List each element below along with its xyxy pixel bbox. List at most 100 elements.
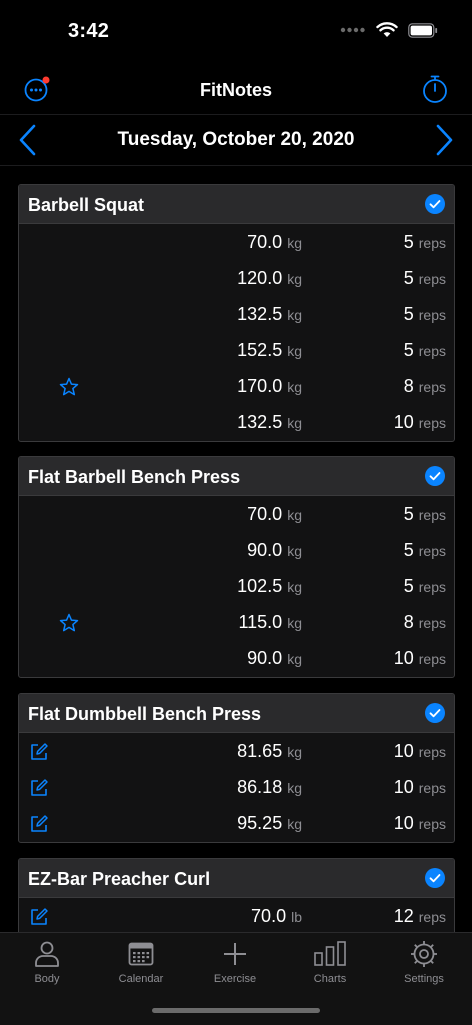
set-list: 70.0 kg 5 reps 90.0 kg 5 reps 102.5 kg 5 reps … bbox=[19, 497, 454, 677]
current-date[interactable]: Tuesday, October 20, 2020 bbox=[0, 129, 472, 151]
set-reps: 10 reps bbox=[394, 813, 446, 834]
weight-value: 70.0 bbox=[247, 232, 283, 252]
set-reps: 12 reps bbox=[394, 906, 446, 927]
exercise-name: Flat Dumbbell Bench Press bbox=[28, 704, 262, 724]
exercise-header[interactable]: Flat Dumbbell Bench Press bbox=[19, 694, 454, 733]
tab-body[interactable]: Body bbox=[7, 939, 87, 985]
set-reps: 5 reps bbox=[404, 576, 446, 597]
person-icon bbox=[35, 941, 59, 967]
set-reps: 5 reps bbox=[404, 540, 446, 561]
set-reps: 5 reps bbox=[404, 304, 446, 325]
set-reps: 8 reps bbox=[404, 612, 446, 633]
stopwatch-icon[interactable] bbox=[421, 74, 449, 104]
set-weight: 90.0 kg bbox=[247, 540, 302, 561]
reps-unit: reps bbox=[418, 780, 446, 796]
weight-unit: kg bbox=[287, 307, 302, 323]
weight-unit: kg bbox=[287, 816, 302, 832]
reps-value: 5 bbox=[403, 504, 414, 524]
weight-unit: kg bbox=[287, 543, 302, 559]
set-row[interactable]: 90.0 kg 10 reps bbox=[19, 641, 454, 677]
set-weight: 70.0 lb bbox=[251, 906, 302, 927]
reps-unit: reps bbox=[418, 909, 446, 925]
set-row[interactable]: 90.0 kg 5 reps bbox=[19, 533, 454, 569]
set-weight: 170.0 kg bbox=[237, 376, 302, 397]
note-icon[interactable] bbox=[29, 907, 49, 927]
set-weight: 81.65 kg bbox=[237, 741, 302, 762]
exercise-header[interactable]: Barbell Squat bbox=[19, 185, 454, 224]
set-row[interactable]: 95.25 kg 10 reps bbox=[19, 806, 454, 842]
reps-value: 5 bbox=[403, 268, 414, 288]
set-reps: 5 reps bbox=[404, 232, 446, 253]
tab-charts[interactable]: Charts bbox=[290, 939, 370, 985]
set-row[interactable]: 70.0 lb 12 reps bbox=[19, 899, 454, 932]
weight-value: 120.0 bbox=[237, 268, 283, 288]
exercise-card-ez-bar-preacher-curl[interactable]: EZ-Bar Preacher Curl 70.0 lb 12 reps bbox=[18, 858, 455, 932]
reps-unit: reps bbox=[418, 379, 446, 395]
exercise-header[interactable]: Flat Barbell Bench Press bbox=[19, 457, 454, 496]
weight-value: 102.5 bbox=[237, 576, 283, 596]
reps-value: 8 bbox=[403, 376, 414, 396]
tab-exercise[interactable]: Exercise bbox=[195, 939, 275, 985]
set-list: 70.0 lb 12 reps bbox=[19, 899, 454, 932]
exercise-card-flat-barbell-bench-press[interactable]: Flat Barbell Bench Press 70.0 kg 5 reps 90… bbox=[18, 456, 455, 678]
set-row[interactable]: 86.18 kg 10 reps bbox=[19, 770, 454, 806]
tab-label: Exercise bbox=[213, 973, 257, 985]
set-reps: 8 reps bbox=[404, 376, 446, 397]
note-icon[interactable] bbox=[29, 814, 49, 834]
set-row[interactable]: 132.5 kg 10 reps bbox=[19, 405, 454, 441]
weight-value: 132.5 bbox=[237, 412, 283, 432]
exercise-card-barbell-squat[interactable]: Barbell Squat 70.0 kg 5 reps 120.0 kg 5 reps… bbox=[18, 184, 455, 442]
reps-value: 12 bbox=[393, 906, 414, 926]
set-list: 81.65 kg 10 reps 86.18 kg 10 reps 95.25 kg 10… bbox=[19, 734, 454, 842]
star-icon[interactable] bbox=[59, 377, 79, 397]
nav-header: FitNotes bbox=[0, 64, 472, 115]
exercise-header[interactable]: EZ-Bar Preacher Curl bbox=[19, 859, 454, 898]
tab-label: Charts bbox=[313, 973, 347, 985]
reps-value: 10 bbox=[393, 412, 414, 432]
reps-value: 10 bbox=[393, 648, 414, 668]
set-list: 70.0 kg 5 reps 120.0 kg 5 reps 132.5 kg 5 reps… bbox=[19, 225, 454, 441]
note-icon[interactable] bbox=[29, 742, 49, 762]
reps-unit: reps bbox=[418, 816, 446, 832]
note-icon[interactable] bbox=[29, 778, 49, 798]
set-row[interactable]: 115.0 kg 8 reps bbox=[19, 605, 454, 641]
checkmark-circle-icon[interactable] bbox=[425, 466, 445, 486]
tab-settings[interactable]: Settings bbox=[384, 939, 464, 985]
set-row[interactable]: 152.5 kg 5 reps bbox=[19, 333, 454, 369]
chevron-right-icon[interactable] bbox=[432, 123, 456, 157]
bar-chart-icon bbox=[314, 941, 346, 966]
exercise-card-flat-dumbbell-bench-press[interactable]: Flat Dumbbell Bench Press 81.65 kg 10 reps bbox=[18, 693, 455, 843]
set-row[interactable]: 81.65 kg 10 reps bbox=[19, 734, 454, 770]
reps-value: 5 bbox=[403, 232, 414, 252]
checkmark-circle-icon[interactable] bbox=[425, 703, 445, 723]
exercise-name: EZ-Bar Preacher Curl bbox=[28, 869, 211, 889]
checkmark-circle-icon[interactable] bbox=[425, 194, 445, 214]
wifi-icon bbox=[376, 22, 398, 37]
status-icons bbox=[340, 22, 438, 38]
set-row[interactable]: 70.0 kg 5 reps bbox=[19, 225, 454, 261]
workout-list[interactable]: Barbell Squat 70.0 kg 5 reps 120.0 kg 5 reps… bbox=[0, 166, 472, 932]
star-icon[interactable] bbox=[59, 613, 79, 633]
set-row[interactable]: 170.0 kg 8 reps bbox=[19, 369, 454, 405]
set-row[interactable]: 132.5 kg 5 reps bbox=[19, 297, 454, 333]
home-indicator bbox=[152, 1008, 320, 1013]
reps-unit: reps bbox=[418, 615, 446, 631]
set-weight: 95.25 kg bbox=[237, 813, 302, 834]
exercise-name: Barbell Squat bbox=[28, 195, 145, 215]
set-weight: 115.0 kg bbox=[238, 612, 302, 633]
weight-unit: lb bbox=[291, 909, 302, 925]
tab-calendar[interactable]: Calendar bbox=[101, 939, 181, 985]
set-weight: 70.0 kg bbox=[247, 504, 302, 525]
set-row[interactable]: 120.0 kg 5 reps bbox=[19, 261, 454, 297]
set-reps: 10 reps bbox=[394, 777, 446, 798]
tab-label: Settings bbox=[404, 973, 444, 985]
weight-unit: kg bbox=[287, 744, 302, 760]
set-row[interactable]: 70.0 kg 5 reps bbox=[19, 497, 454, 533]
reps-unit: reps bbox=[418, 507, 446, 523]
exercise-name: Flat Barbell Bench Press bbox=[28, 467, 241, 487]
weight-value: 70.0 bbox=[247, 504, 283, 524]
reps-value: 10 bbox=[393, 777, 414, 797]
checkmark-circle-icon[interactable] bbox=[425, 868, 445, 888]
reps-unit: reps bbox=[418, 271, 446, 287]
set-row[interactable]: 102.5 kg 5 reps bbox=[19, 569, 454, 605]
